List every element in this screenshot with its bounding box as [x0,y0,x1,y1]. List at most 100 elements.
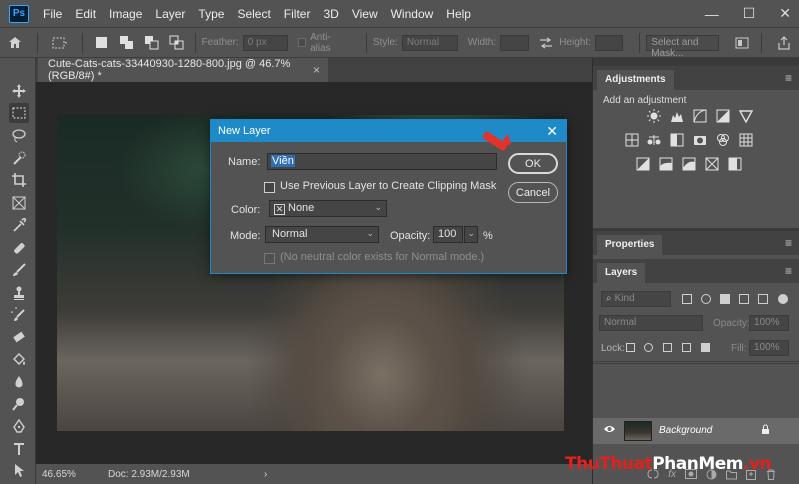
crop-tool-icon[interactable] [9,170,29,190]
color-lookup-icon[interactable] [739,133,753,147]
layer-name-input[interactable]: Viền [267,153,497,170]
path-selection-tool-icon[interactable] [9,460,29,480]
menu-file[interactable]: File [43,7,62,21]
selective-color-icon[interactable] [705,157,719,171]
menu-3d[interactable]: 3D [323,7,338,21]
neutral-color-checkbox[interactable] [264,253,275,264]
hue-saturation-icon[interactable] [625,133,639,147]
blur-tool-icon[interactable] [9,372,29,392]
menu-edit[interactable]: Edit [75,7,96,21]
filter-toggle-icon[interactable] [778,294,788,304]
rectangular-marquee-tool-icon[interactable] [9,103,29,123]
move-tool-icon[interactable] [9,81,29,101]
menu-type[interactable]: Type [198,7,224,21]
blend-mode-select[interactable]: Normal [599,315,703,331]
dodge-tool-icon[interactable] [9,394,29,414]
posterize-icon[interactable] [659,157,673,171]
style-select[interactable]: Normal [401,34,458,51]
filter-type-icon[interactable] [720,294,730,304]
minimize-button[interactable]: — [705,6,719,22]
color-select[interactable]: ✕ None ⌄ [269,200,387,217]
type-tool-icon[interactable] [9,439,29,459]
workspace-icon[interactable] [735,35,750,51]
document-tab[interactable]: Cute-Cats-cats-33440930-1280-800.jpg @ 4… [38,58,328,82]
filter-smart-object-icon[interactable] [758,294,768,304]
panel-menu-icon[interactable]: ≡ [785,264,792,278]
frame-tool-icon[interactable] [9,193,29,213]
menu-select[interactable]: Select [237,7,270,21]
dialog-close-icon[interactable]: ✕ [546,123,558,140]
layer-opacity-input[interactable]: 100% [749,315,789,331]
brightness-contrast-icon[interactable] [647,109,661,123]
black-white-icon[interactable] [670,133,684,147]
clone-stamp-tool-icon[interactable] [9,283,29,303]
color-balance-icon[interactable] [647,133,661,147]
close-window-button[interactable]: ✕ [779,5,791,22]
filter-shape-icon[interactable] [739,294,749,304]
zoom-level[interactable]: 46.65% [36,469,82,480]
subtract-selection-icon[interactable] [144,35,159,50]
eye-icon[interactable] [603,423,616,437]
feather-input[interactable]: 0 px [242,34,288,51]
layers-tab[interactable]: Layers [597,263,646,283]
brush-tool-icon[interactable] [9,260,29,280]
height-input[interactable] [594,34,624,51]
healing-brush-tool-icon[interactable] [9,238,29,258]
ok-button[interactable]: OK [508,153,558,174]
panel-menu-icon[interactable]: ≡ [785,71,792,85]
share-icon[interactable] [776,35,791,51]
properties-tab[interactable]: Properties [597,235,663,255]
home-icon[interactable] [8,35,23,51]
threshold-icon[interactable] [682,157,696,171]
lock-artboard-icon[interactable] [682,343,691,352]
layer-row-background[interactable]: Background [593,418,799,444]
swap-icon[interactable] [539,35,554,51]
layer-name[interactable]: Background [659,425,712,436]
gradient-map-icon[interactable] [728,157,742,171]
lock-pixels-icon[interactable] [644,343,653,352]
menu-help[interactable]: Help [446,7,471,21]
menu-layer[interactable]: Layer [155,7,185,21]
lock-position-icon[interactable] [663,343,672,352]
exposure-icon[interactable] [716,109,730,123]
invert-icon[interactable] [636,157,650,171]
history-brush-tool-icon[interactable] [9,305,29,325]
curves-icon[interactable] [693,109,707,123]
intersect-selection-icon[interactable] [169,35,184,50]
clipping-mask-checkbox[interactable] [264,182,275,193]
opacity-input[interactable]: 100 [433,226,463,243]
channel-mixer-icon[interactable] [716,133,730,147]
select-and-mask-button[interactable]: Select and Mask... [646,34,719,59]
menu-image[interactable]: Image [109,7,142,21]
marquee-preset-icon[interactable] [52,35,68,51]
paint-bucket-tool-icon[interactable] [9,350,29,370]
quick-selection-tool-icon[interactable] [9,148,29,168]
add-selection-icon[interactable] [119,35,134,50]
filter-pixel-icon[interactable] [682,294,692,304]
menu-view[interactable]: View [352,7,378,21]
panel-menu-icon[interactable]: ≡ [785,236,792,250]
adjustments-tab[interactable]: Adjustments [597,70,674,90]
lock-all-icon[interactable] [701,343,710,352]
pen-tool-icon[interactable] [9,417,29,437]
filter-adjustment-icon[interactable] [701,294,711,304]
new-selection-icon[interactable] [94,35,109,50]
menu-window[interactable]: Window [391,7,434,21]
lasso-tool-icon[interactable] [9,126,29,146]
cancel-button[interactable]: Cancel [508,182,558,203]
eyedropper-tool-icon[interactable] [9,215,29,235]
layer-fill-input[interactable]: 100% [749,340,789,356]
vibrance-icon[interactable] [739,109,753,123]
antialias-checkbox[interactable] [297,38,307,47]
status-menu-chevron[interactable]: › [264,469,267,480]
eraser-tool-icon[interactable] [9,327,29,347]
lock-transparency-icon[interactable] [626,343,635,352]
photo-filter-icon[interactable] [693,133,707,147]
levels-icon[interactable] [670,109,684,123]
layer-filter-select[interactable]: ⌕ Kind [601,291,671,307]
width-input[interactable] [500,34,529,51]
mode-select[interactable]: Normal ⌄ [265,226,379,243]
maximize-button[interactable]: ☐ [743,5,756,22]
close-tab-icon[interactable]: × [313,63,320,77]
opacity-dropdown[interactable]: ⌄ [464,226,478,243]
